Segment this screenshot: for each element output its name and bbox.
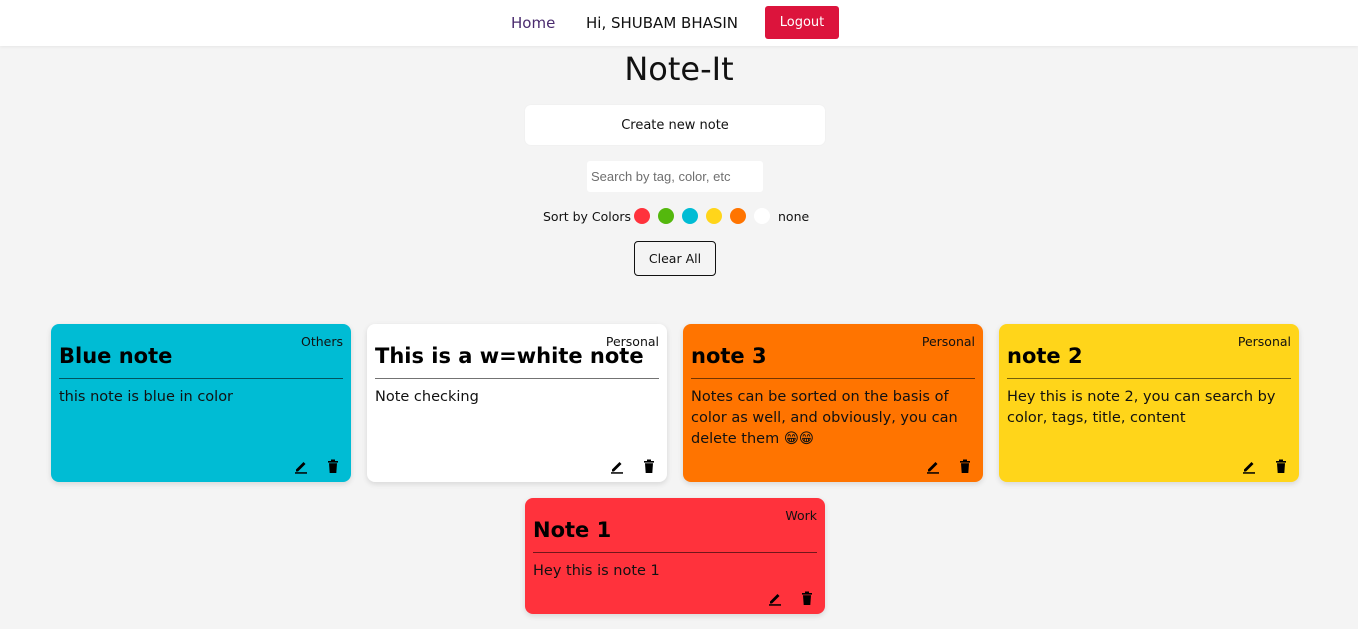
pencil-icon[interactable]: [767, 590, 783, 606]
note-actions: [767, 590, 817, 606]
note-card: Personal note 3 Notes can be sorted on t…: [683, 324, 983, 482]
sort-color-green[interactable]: [658, 208, 674, 224]
trash-icon[interactable]: [325, 458, 341, 474]
create-note-button[interactable]: Create new note: [525, 105, 825, 145]
note-tag: Work: [785, 508, 817, 523]
note-title: Blue note: [59, 344, 173, 368]
note-content: this note is blue in color: [59, 389, 234, 405]
note-title: note 2: [1007, 344, 1083, 368]
note-tag: Personal: [921, 334, 975, 349]
note-divider: [1007, 378, 1291, 379]
pencil-icon[interactable]: [925, 458, 941, 474]
sort-label: Sort by Colors: [543, 209, 632, 224]
note-actions: [293, 458, 343, 474]
note-card: Work Note 1 Hey this is note 1: [525, 498, 825, 614]
note-content: Hey this is note 1: [533, 563, 660, 579]
clear-all-button[interactable]: Clear All: [634, 241, 716, 276]
note-actions: [1241, 458, 1291, 474]
nav-home-link[interactable]: Home: [511, 14, 555, 32]
note-actions: [925, 458, 975, 474]
trash-icon[interactable]: [1273, 458, 1289, 474]
sort-color-orange[interactable]: [730, 208, 746, 224]
note-tag: Personal: [1237, 334, 1291, 349]
note-card: Others Blue note this note is blue in co…: [51, 324, 351, 482]
note-divider: [533, 552, 817, 553]
navbar: Home Hi, SHUBAM BHASIN Logout: [0, 0, 1358, 46]
sort-none-option[interactable]: none: [778, 209, 809, 224]
trash-icon[interactable]: [641, 458, 657, 474]
trash-icon[interactable]: [957, 458, 973, 474]
pencil-icon[interactable]: [1241, 458, 1257, 474]
search-input[interactable]: [587, 161, 763, 192]
sort-color-red[interactable]: [634, 208, 650, 224]
note-card: Personal note 2 Hey this is note 2, you …: [999, 324, 1299, 482]
sort-by-colors: Sort by Colors none: [0, 207, 1358, 227]
note-divider: [375, 378, 659, 379]
note-tag: Others: [300, 334, 343, 349]
page-title: Note-It: [624, 50, 734, 88]
user-greeting: Hi, SHUBAM BHASIN: [586, 14, 739, 32]
pencil-icon[interactable]: [293, 458, 309, 474]
note-content: Note checking: [375, 389, 479, 405]
note-divider: [691, 378, 975, 379]
note-divider: [59, 378, 343, 379]
sort-color-yellow[interactable]: [706, 208, 722, 224]
note-card: Personal This is a w=white note Note che…: [367, 324, 667, 482]
note-content: Hey this is note 2, you can search by co…: [1007, 389, 1276, 426]
sort-color-blue[interactable]: [682, 208, 698, 224]
logout-button[interactable]: Logout: [765, 6, 839, 39]
trash-icon[interactable]: [799, 590, 815, 606]
note-title: note 3: [691, 344, 767, 368]
sort-color-white[interactable]: [754, 208, 770, 224]
note-title: This is a w=white note: [375, 344, 644, 368]
pencil-icon[interactable]: [609, 458, 625, 474]
note-content: Notes can be sorted on the basis of colo…: [691, 389, 958, 447]
note-title: Note 1: [533, 518, 612, 542]
note-actions: [609, 458, 659, 474]
